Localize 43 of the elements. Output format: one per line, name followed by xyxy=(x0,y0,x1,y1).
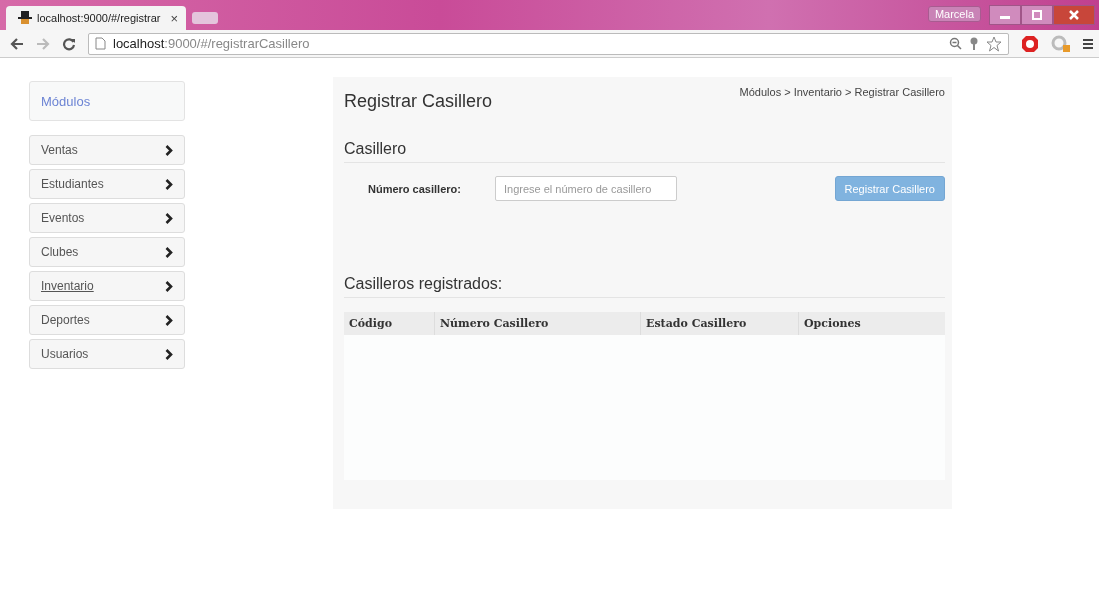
maximize-icon xyxy=(1031,10,1043,20)
close-icon[interactable]: × xyxy=(170,10,178,26)
close-button[interactable] xyxy=(1053,5,1095,25)
chevron-icon xyxy=(165,212,173,224)
back-icon[interactable] xyxy=(10,36,24,51)
sidebar-item[interactable]: Ventas xyxy=(29,135,185,165)
minimize-button[interactable] xyxy=(989,5,1021,25)
column-header: Número Casillero xyxy=(434,312,640,335)
sidebar-item[interactable]: Clubes xyxy=(29,237,185,267)
sidebar-item[interactable]: Deportes xyxy=(29,305,185,335)
sidebar-item[interactable]: Estudiantes xyxy=(29,169,185,199)
sidebar-item[interactable]: Inventario xyxy=(29,271,185,301)
chevron-icon xyxy=(165,144,173,156)
stop-sign-icon[interactable] xyxy=(1021,34,1039,53)
hat-icon xyxy=(18,11,32,25)
reload-icon[interactable] xyxy=(62,36,76,51)
column-header: Estado Casillero xyxy=(640,312,798,335)
browser-tab[interactable]: localhost:9000/#/registrar × xyxy=(6,6,186,30)
chevron-icon xyxy=(165,314,173,326)
page-icon xyxy=(95,37,106,50)
page-title: Registrar Casillero xyxy=(344,91,493,112)
address-bar[interactable]: localhost:9000/#/registrarCasillero xyxy=(88,32,1009,55)
star-icon[interactable] xyxy=(986,35,1002,52)
chevron-icon xyxy=(165,246,173,258)
column-header: Opciones xyxy=(798,312,945,335)
input-field[interactable]: Ingrese el número de casillero xyxy=(495,176,677,201)
section-heading: Casillero xyxy=(344,140,945,163)
field-label: Número casillero: xyxy=(368,182,462,195)
breadcrumb: Módulos > Inventario > Registrar Casillero xyxy=(739,86,945,98)
maximize-button[interactable] xyxy=(1021,5,1053,25)
url-text: localhost:9000/#/registrarCasillero xyxy=(113,36,310,51)
modules-heading: Módulos xyxy=(29,81,185,121)
column-header: Código xyxy=(348,316,393,332)
sidebar-item[interactable]: Eventos xyxy=(29,203,185,233)
zoom-out-icon[interactable] xyxy=(949,37,962,50)
chevron-icon xyxy=(165,178,173,190)
menu-icon[interactable] xyxy=(1083,36,1093,51)
chevron-icon xyxy=(165,280,173,292)
section-heading: Casilleros registrados: xyxy=(344,275,945,298)
tab-title: localhost:9000/#/registrar xyxy=(37,12,162,24)
close-icon xyxy=(1068,10,1080,20)
chevron-icon xyxy=(165,348,173,360)
sidebar-item[interactable]: Usuarios xyxy=(29,339,185,369)
